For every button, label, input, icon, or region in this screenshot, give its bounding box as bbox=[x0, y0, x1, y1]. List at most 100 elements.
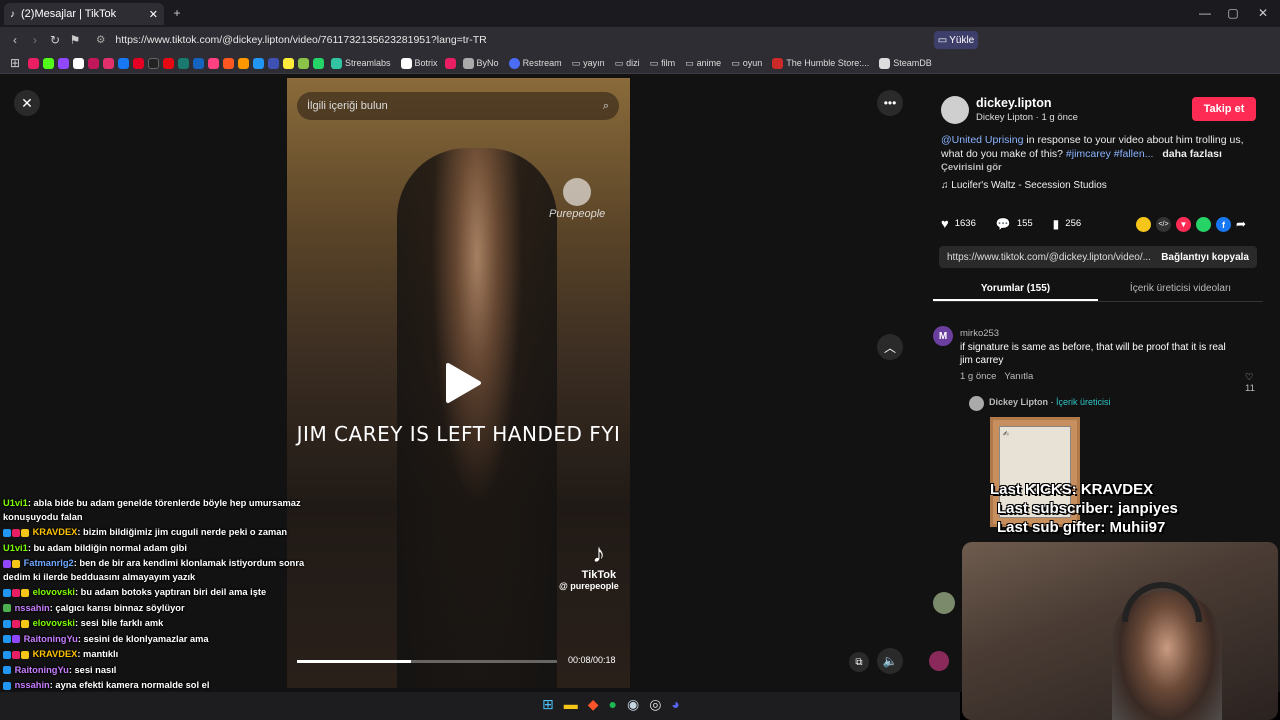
netflix-icon[interactable] bbox=[163, 57, 174, 69]
related-search-input[interactable]: İlgili içeriği bulun ⌕ bbox=[297, 92, 619, 120]
tab-tiktok[interactable]: ♪ (2)Mesajlar | TikTok ✕ bbox=[4, 3, 164, 25]
bookmark-steamdb[interactable]: SteamDB bbox=[876, 57, 935, 69]
author-username[interactable]: dickey.lipton bbox=[976, 96, 1051, 110]
bookmark-favicon-icon[interactable] bbox=[88, 57, 99, 69]
bookmark-botrix[interactable]: Botrix bbox=[398, 57, 441, 69]
bookmark-favicon-icon[interactable] bbox=[283, 57, 294, 69]
bookmark-favicon-icon[interactable] bbox=[298, 57, 309, 69]
pip-button[interactable]: ⧉ bbox=[849, 652, 869, 672]
hashtag-links[interactable]: #jimcarey #fallen... bbox=[1066, 148, 1154, 160]
commenter-avatar[interactable] bbox=[933, 592, 955, 614]
whatsapp-share-icon[interactable] bbox=[1196, 217, 1211, 232]
mention-link[interactable]: @United Uprising bbox=[941, 134, 1023, 146]
volume-button[interactable]: 🔈 bbox=[877, 648, 903, 674]
twitch-icon[interactable] bbox=[58, 57, 69, 69]
play-icon[interactable] bbox=[444, 362, 482, 404]
whatsapp-icon[interactable] bbox=[313, 57, 324, 69]
bookmark-favicon-icon[interactable] bbox=[208, 57, 219, 69]
pinterest-icon[interactable] bbox=[133, 57, 144, 69]
badge-icon bbox=[3, 604, 11, 613]
apps-grid-icon[interactable]: ⊞ bbox=[6, 54, 24, 72]
spotify-icon[interactable]: ● bbox=[609, 696, 617, 713]
upload-button[interactable]: ▭ Yükle bbox=[934, 31, 978, 49]
copy-link-button[interactable]: Bağlantıyı kopyala bbox=[1161, 252, 1249, 263]
bookmark-byno[interactable]: ByNo bbox=[460, 57, 502, 69]
facebook-share-icon[interactable]: f bbox=[1216, 217, 1231, 232]
commenter-avatar[interactable] bbox=[929, 651, 949, 671]
browser-tab-bar: ♪ (2)Mesajlar | TikTok ✕ + — ▢ ✕ bbox=[0, 0, 1280, 27]
bookmark-favicon-icon[interactable] bbox=[268, 57, 279, 69]
new-tab-icon[interactable]: + bbox=[168, 4, 186, 22]
more-link[interactable]: daha fazlası bbox=[1162, 148, 1222, 160]
chat-message: Fatmanrlg2: ben de bir ara kendimi klonl… bbox=[3, 558, 305, 582]
brave-browser-icon[interactable]: ◆ bbox=[588, 696, 599, 713]
close-video-button[interactable]: ✕ bbox=[14, 90, 40, 116]
bookmark-favicon-icon[interactable] bbox=[253, 57, 264, 69]
obs-icon[interactable]: ◎ bbox=[649, 696, 661, 713]
follow-button[interactable]: Takip et bbox=[1192, 97, 1256, 121]
chat-message: U1vi1: abla bide bu adam genelde törenle… bbox=[3, 498, 301, 522]
search-icon[interactable]: ⌕ bbox=[603, 100, 609, 113]
url-field[interactable]: ⚙ https://www.tiktok.com/@dickey.lipton/… bbox=[88, 29, 923, 51]
badge-icon bbox=[3, 681, 11, 690]
folder-oyun[interactable]: ▭ oyun bbox=[728, 58, 765, 69]
close-tab-icon[interactable]: ✕ bbox=[149, 8, 158, 21]
folder-anime[interactable]: ▭ anime bbox=[682, 58, 724, 69]
reply-button[interactable]: Yanıtla bbox=[1004, 371, 1033, 382]
comment-user[interactable]: mirko253 bbox=[960, 328, 999, 339]
send-icon[interactable]: ▼ bbox=[1176, 217, 1191, 232]
chat-message: elovovski: bu adam botoks yaptıran biri … bbox=[0, 585, 315, 601]
bookmark-streamlabs[interactable]: Streamlabs bbox=[328, 57, 394, 69]
windows-start-icon[interactable]: ⊞ bbox=[542, 696, 554, 713]
folder-yayin[interactable]: ▭ yayın bbox=[569, 58, 608, 69]
bookmark-favicon-icon[interactable] bbox=[178, 57, 189, 69]
music-row[interactable]: ♫ Lucifer's Waltz - Secession Studios bbox=[941, 179, 1261, 193]
site-info-icon[interactable]: ⚙ bbox=[96, 34, 105, 46]
instagram-icon[interactable] bbox=[103, 57, 114, 69]
bookmark-humble[interactable]: The Humble Store:... bbox=[769, 57, 872, 69]
tiktok-icon[interactable] bbox=[148, 57, 159, 69]
save-button[interactable]: ▮ 256 bbox=[1053, 217, 1081, 231]
tab-creator-videos[interactable]: İçerik üreticisi videoları bbox=[1098, 280, 1263, 301]
badge-icon bbox=[12, 619, 20, 628]
facebook-icon[interactable] bbox=[118, 57, 129, 69]
close-window-icon[interactable]: ✕ bbox=[1254, 4, 1272, 22]
bookmark-favicon-icon[interactable] bbox=[28, 57, 39, 69]
steam-icon[interactable]: ◉ bbox=[627, 696, 639, 713]
folder-dizi[interactable]: ▭ dizi bbox=[612, 58, 643, 69]
tiktok-favicon-icon: ♪ bbox=[10, 8, 15, 20]
minimize-icon[interactable]: — bbox=[1196, 4, 1214, 22]
comment-button[interactable]: 💬 155 bbox=[996, 217, 1033, 231]
comment-avatar[interactable]: M bbox=[933, 326, 953, 346]
file-explorer-icon[interactable]: ▬ bbox=[564, 696, 578, 713]
tab-comments[interactable]: Yorumlar (155) bbox=[933, 280, 1098, 301]
coin-icon[interactable] bbox=[1136, 217, 1151, 232]
chat-message: RaitoningYu: sesi nasıl bbox=[0, 663, 315, 679]
more-options-button[interactable]: ••• bbox=[877, 90, 903, 116]
folder-film[interactable]: ▭ film bbox=[647, 58, 679, 69]
share-arrow-icon[interactable]: ➦ bbox=[1236, 217, 1246, 232]
reload-icon[interactable]: ↻ bbox=[46, 31, 64, 49]
maximize-icon[interactable]: ▢ bbox=[1224, 4, 1242, 22]
bookmark-favicon-icon[interactable] bbox=[223, 57, 234, 69]
back-icon[interactable]: ‹ bbox=[6, 31, 24, 49]
bookmark-favicon-icon[interactable] bbox=[193, 57, 204, 69]
comment-like[interactable]: ♡ 11 bbox=[1245, 372, 1263, 394]
bookmark-favicon-icon[interactable] bbox=[238, 57, 249, 69]
bookmark-restream[interactable]: Restream bbox=[506, 57, 565, 69]
tab-title: (2)Mesajlar | TikTok bbox=[21, 8, 117, 20]
reply-avatar[interactable] bbox=[969, 396, 984, 411]
like-button[interactable]: ♥ 1636 bbox=[941, 216, 976, 231]
previous-video-button[interactable]: ︿ bbox=[877, 334, 903, 360]
x-icon[interactable] bbox=[73, 57, 84, 69]
author-avatar[interactable] bbox=[941, 96, 969, 124]
embed-icon[interactable]: </> bbox=[1156, 217, 1171, 232]
kick-icon[interactable] bbox=[43, 57, 54, 69]
translate-link[interactable]: Çevirisini gör bbox=[941, 161, 1261, 175]
headset bbox=[1122, 582, 1202, 622]
share-icons-row: </> ▼ f ➦ bbox=[1136, 217, 1246, 232]
discord-icon[interactable]: ◕ bbox=[671, 696, 679, 713]
forward-icon[interactable]: › bbox=[26, 31, 44, 49]
bookmark-icon[interactable]: ⚑ bbox=[66, 31, 84, 49]
bookmark-favicon-icon[interactable] bbox=[444, 57, 456, 69]
